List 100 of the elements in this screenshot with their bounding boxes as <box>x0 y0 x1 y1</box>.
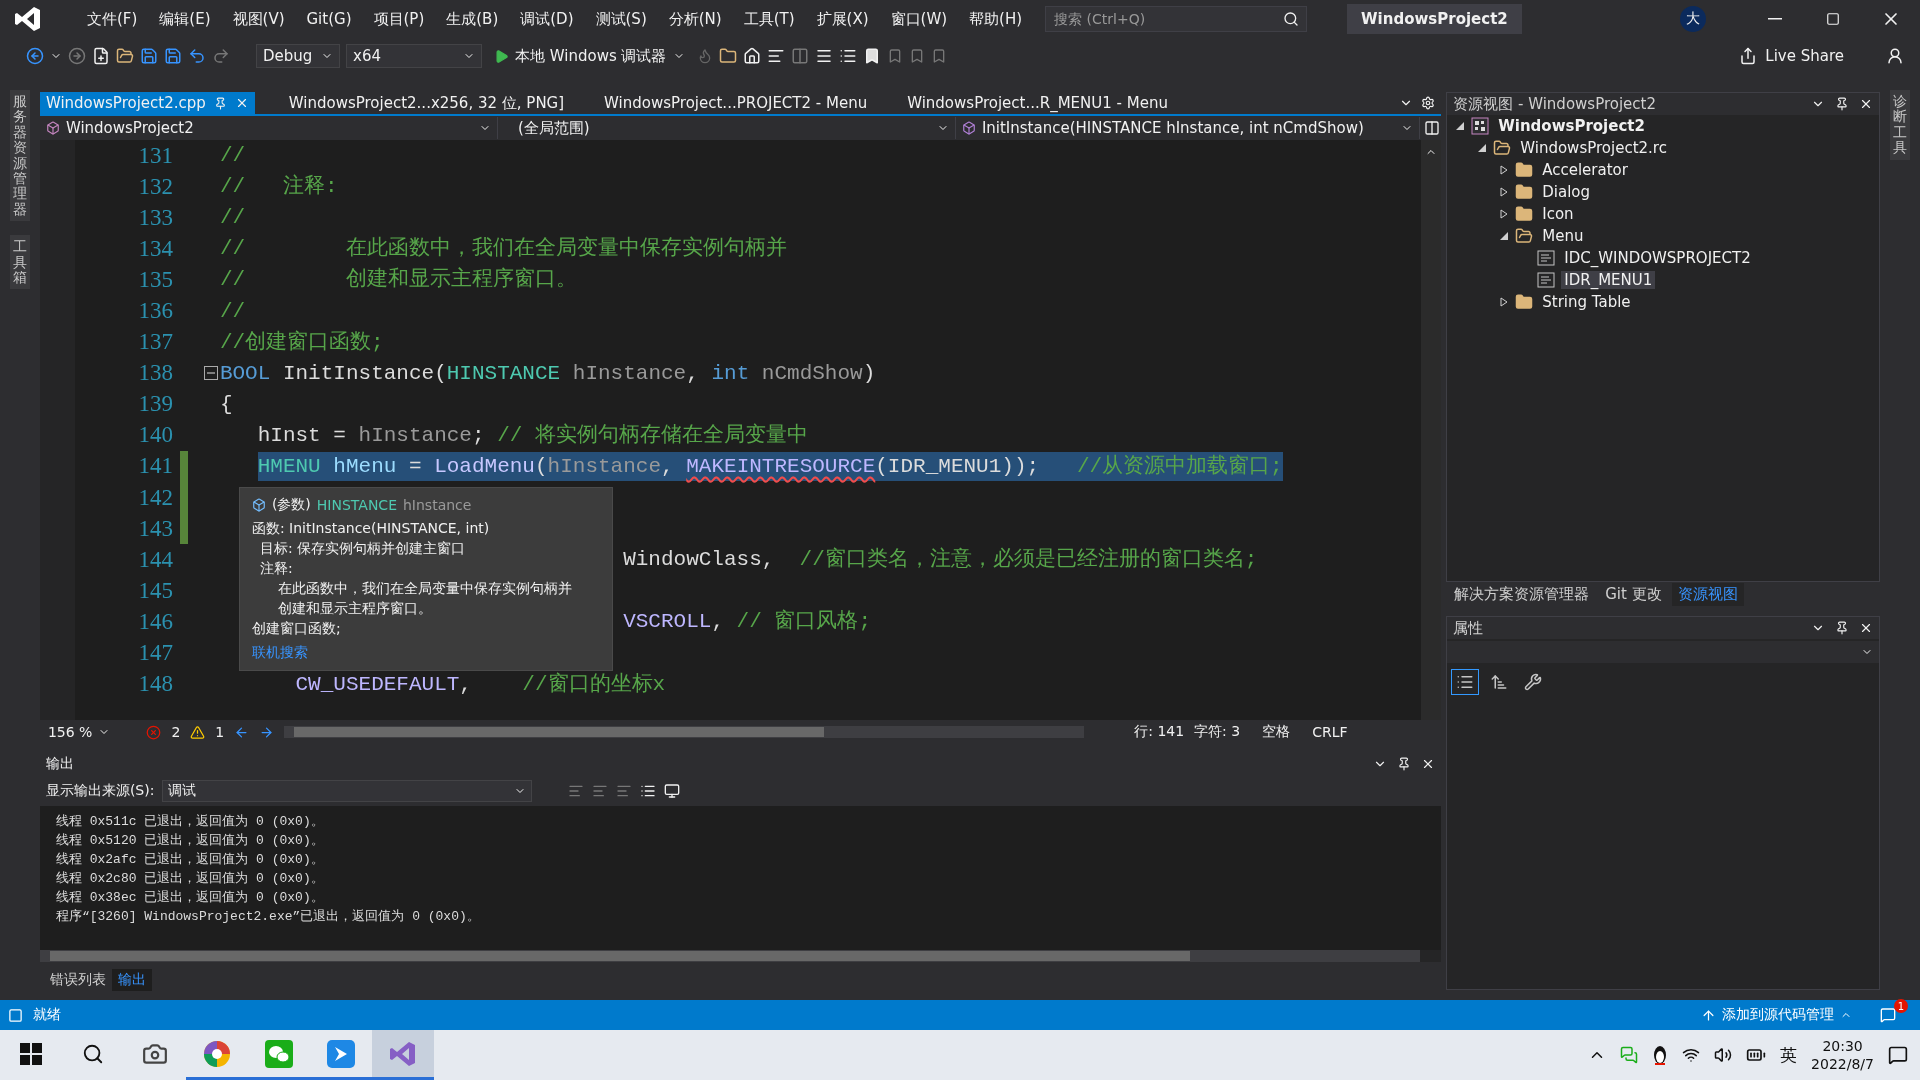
right-arrow-icon[interactable] <box>259 724 275 740</box>
list-icon[interactable] <box>640 783 657 799</box>
error-count[interactable]: 2 <box>171 724 181 740</box>
open-folder-icon[interactable] <box>116 47 134 65</box>
title-bar-command[interactable]: 调试(D) <box>509 9 585 29</box>
tree-item[interactable]: Icon <box>1539 205 1577 223</box>
tree-item[interactable]: IDC_WINDOWSPROJECT2 <box>1561 249 1754 267</box>
start-debugging-button[interactable]: 本地 Windows 调试器 <box>488 45 691 67</box>
forward-icon[interactable] <box>68 47 86 65</box>
input-method-indicator[interactable]: 英 <box>1780 1043 1798 1067</box>
title-bar-command[interactable]: 窗口(W) <box>879 9 959 29</box>
clock[interactable]: 20:30 2022/8/7 <box>1811 1037 1874 1073</box>
title-bar-command[interactable]: 生成(B) <box>435 9 510 29</box>
notifications-button[interactable] <box>1878 1005 1898 1025</box>
source-control-button[interactable]: 添加到源代码管理 <box>1695 1005 1858 1025</box>
settings-icon[interactable] <box>1421 96 1436 110</box>
platform-dropdown[interactable]: x64 <box>346 44 482 68</box>
line-number: 136 <box>137 298 173 324</box>
list-icon[interactable] <box>838 47 857 65</box>
horizontal-scrollbar[interactable] <box>284 726 1085 738</box>
tree-item[interactable]: IDR_MENU1 <box>1561 271 1656 289</box>
pin-icon[interactable] <box>1835 621 1850 635</box>
scope-dropdown[interactable]: (全局范围) <box>497 117 956 139</box>
tree-item[interactable]: Dialog <box>1539 183 1593 201</box>
code-line: // <box>219 205 246 232</box>
title-bar-command[interactable]: 编辑(E) <box>148 9 222 29</box>
title-bar-command[interactable]: 视图(V) <box>221 9 296 29</box>
side-tab[interactable]: 诊断工具 <box>1890 90 1911 160</box>
line-ending-indicator[interactable]: CRLF <box>1312 724 1348 740</box>
title-bar-command[interactable]: 帮助(H) <box>958 9 1034 29</box>
title-bar-command[interactable]: 扩展(X) <box>805 9 880 29</box>
output-line: 线程 0x2c80 已退出，返回值为 0 (0x0)。 <box>55 870 324 888</box>
document-tab[interactable]: WindowsProject2...x256, 32 位, PNG] <box>282 92 571 114</box>
search-field[interactable]: 搜索 (Ctrl+Q) <box>1045 6 1308 32</box>
split-icon[interactable] <box>1423 120 1440 136</box>
wifi-icon[interactable] <box>1682 1046 1701 1064</box>
horizontal-scrollbar[interactable] <box>39 950 1420 962</box>
search-online-link[interactable]: 联机搜索 <box>251 644 308 662</box>
account-avatar[interactable]: 大 <box>1680 6 1706 32</box>
zoom-dropdown[interactable]: 156 % <box>43 724 115 740</box>
color-wheel-icon <box>203 1039 231 1068</box>
tree-item[interactable]: WindowsProject2.rc <box>1517 139 1670 157</box>
title-bar-command[interactable]: 项目(P) <box>362 9 436 29</box>
title-bar-command[interactable]: Git(G) <box>295 10 363 28</box>
home-icon[interactable] <box>742 47 761 65</box>
back-icon[interactable] <box>26 47 44 65</box>
pin-icon[interactable] <box>1397 757 1412 771</box>
output-source-dropdown[interactable]: 调试 <box>162 780 533 802</box>
redo-icon[interactable] <box>212 47 230 65</box>
title-bar-command[interactable]: 工具(T) <box>732 9 806 29</box>
expanded-triangle-icon[interactable] <box>1477 143 1488 153</box>
panel-tab[interactable]: 输出 <box>111 969 152 991</box>
live-share-button[interactable]: Live Share <box>1733 46 1850 66</box>
configuration-dropdown[interactable]: Debug <box>256 44 340 68</box>
undo-icon[interactable] <box>188 47 206 65</box>
document-tab[interactable]: WindowsProject...R_MENU1 - Menu <box>901 92 1174 114</box>
indent-icon[interactable] <box>766 47 785 65</box>
person-icon[interactable] <box>1886 47 1904 65</box>
search-icon[interactable] <box>1283 11 1300 27</box>
view-button[interactable] <box>1451 669 1480 695</box>
pin-icon[interactable] <box>1835 97 1850 111</box>
columns-icon[interactable] <box>790 47 809 65</box>
tree-item[interactable]: WindowsProject2 <box>1495 117 1648 135</box>
title-bar-command[interactable]: 测试(S) <box>584 9 658 29</box>
collapse-icon[interactable] <box>203 366 218 381</box>
collapsed-triangle-icon[interactable] <box>1499 187 1510 197</box>
code-line: WindowClass, //窗口类名，注意，必须是已经注册的窗口类名; <box>623 546 1258 574</box>
line-number: 145 <box>137 577 173 604</box>
title-bar-command[interactable]: 分析(N) <box>657 9 733 29</box>
document-tab[interactable]: WindowsProject...PROJECT2 - Menu <box>598 92 874 114</box>
save-icon[interactable] <box>140 47 158 65</box>
expanded-triangle-icon[interactable] <box>1499 231 1510 241</box>
vertical-scrollbar[interactable] <box>1421 140 1442 720</box>
warning-count[interactable]: 1 <box>215 724 225 740</box>
monitor-icon[interactable] <box>664 783 681 799</box>
project-dropdown[interactable]: WindowsProject2 <box>39 117 498 139</box>
collapsed-triangle-icon[interactable] <box>1499 165 1510 175</box>
side-tab[interactable]: 服务器资源管理器 <box>9 90 30 222</box>
panel-tab[interactable]: 错误列表 <box>43 969 112 991</box>
solution-name: WindowsProject2 <box>1347 4 1522 34</box>
panel-tab[interactable]: 解决方案资源管理器 <box>1448 582 1596 606</box>
tree-item[interactable]: String Table <box>1539 293 1634 311</box>
speech-bubble-icon[interactable] <box>1888 1045 1908 1065</box>
title-bar-command[interactable]: 文件(F) <box>76 9 149 29</box>
expanded-triangle-icon[interactable] <box>1455 121 1466 131</box>
tree-item[interactable]: Menu <box>1539 227 1587 245</box>
panel-tab[interactable]: 资源视图 <box>1671 582 1744 606</box>
save-all-icon[interactable] <box>164 47 182 65</box>
collapsed-triangle-icon[interactable] <box>1499 297 1510 307</box>
volume-icon[interactable] <box>1714 1046 1733 1064</box>
lines-icon[interactable] <box>814 47 833 65</box>
member-dropdown[interactable]: InitInstance(HINSTANCE hInstance, int nCmdShow) <box>955 117 1420 139</box>
panel-tab[interactable]: Git 更改 <box>1599 582 1668 606</box>
side-tab[interactable]: 工具箱 <box>9 235 30 290</box>
folder-icon[interactable] <box>718 47 737 65</box>
penguin-icon[interactable] <box>1652 1045 1669 1065</box>
collapsed-triangle-icon[interactable] <box>1499 209 1510 219</box>
whitespace-indicator[interactable]: 空格 <box>1262 723 1291 741</box>
tree-item[interactable]: Accelerator <box>1539 161 1631 179</box>
new-file-icon[interactable] <box>92 47 110 65</box>
